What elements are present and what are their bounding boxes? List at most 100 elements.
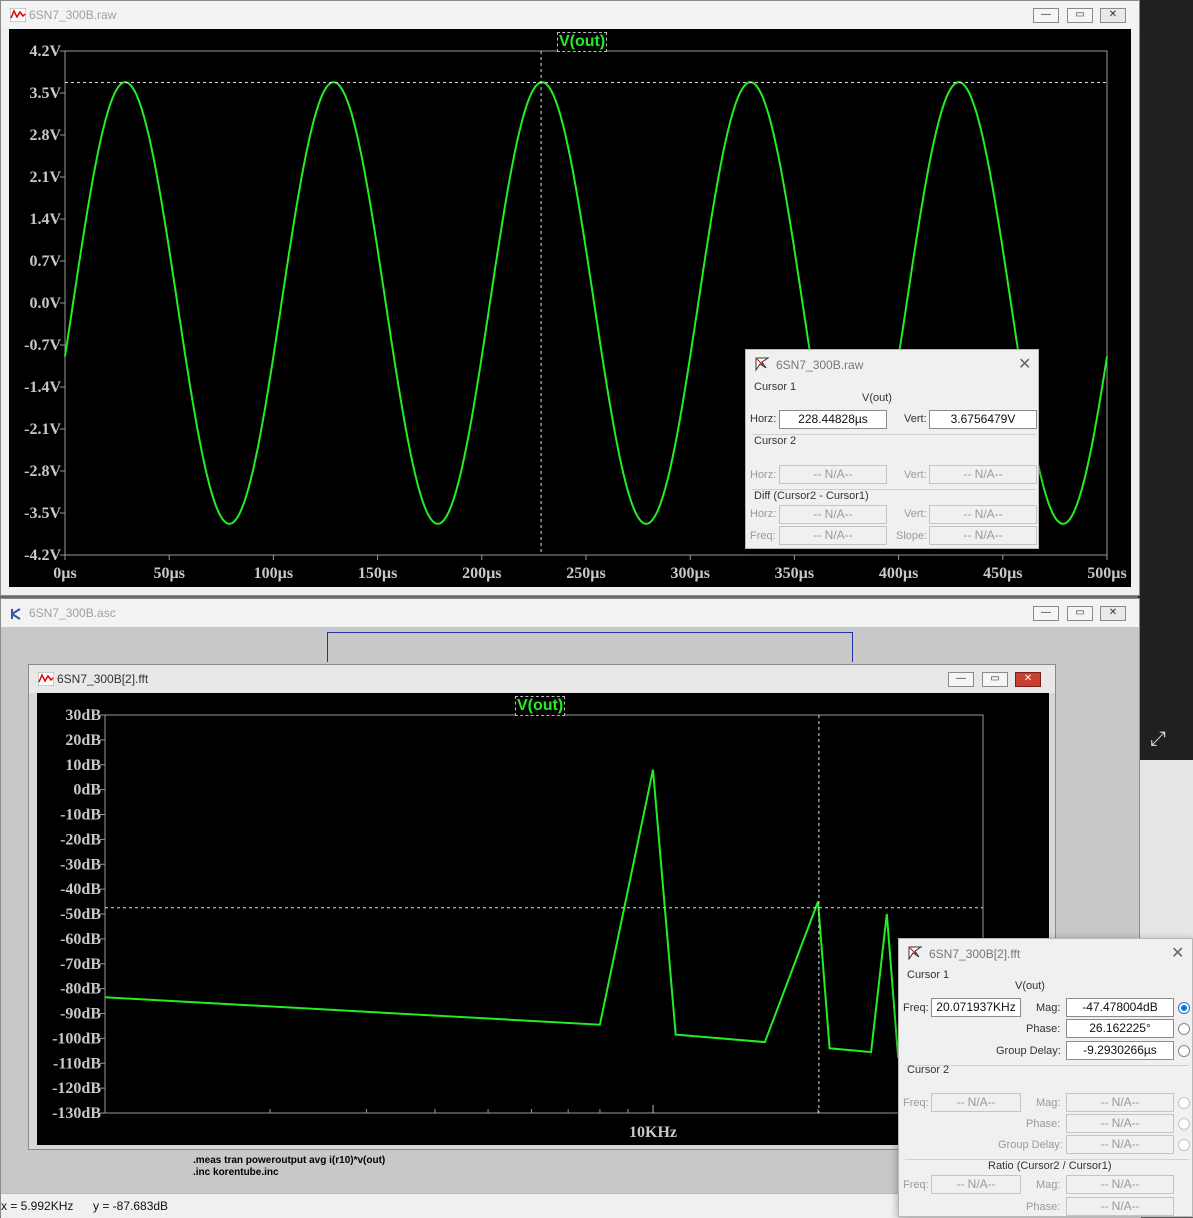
fft-mag-field[interactable]: -47.478004dB [1066, 998, 1174, 1017]
raw-trace-label[interactable]: V(out) [557, 32, 608, 52]
raw-close-button[interactable]: ✕ [1100, 8, 1126, 23]
x-tick-label: 0µs [53, 565, 76, 582]
fft-trace-label[interactable]: V(out) [515, 696, 566, 716]
fft-minimize-button[interactable]: — [948, 672, 974, 687]
fft-c2-mag-label: Mag: [1036, 1097, 1061, 1109]
y-tick-label: -70dB [60, 956, 101, 973]
y-tick-label: -120dB [52, 1080, 101, 1097]
c2-vert-field: -- N/A-- [929, 465, 1037, 484]
y-tick-label: -110dB [53, 1055, 101, 1072]
fft-cursor1-trace: V(out) [1015, 980, 1045, 992]
x-tick-label: 200µs [462, 565, 501, 582]
fft-title-bar[interactable]: 6SN7_300B[2].fft — ▭ ✕ [29, 665, 1055, 693]
y-tick-label: 3.5V [29, 85, 61, 102]
raw-title-bar[interactable]: 6SN7_300B.raw — ▭ ✕ [1, 1, 1139, 29]
y-tick-label: 2.8V [29, 127, 61, 144]
y-tick-label: 4.2V [29, 43, 61, 60]
fft-ratio-mag-label: Mag: [1036, 1179, 1061, 1191]
fft-ratio-freq-field: -- N/A-- [931, 1175, 1021, 1194]
fft-c2-gd-field: -- N/A-- [1066, 1135, 1174, 1154]
asc-close-button[interactable]: ✕ [1100, 606, 1126, 621]
status-x-readout: x = 5.992KHz [1, 1199, 74, 1213]
y-tick-label: 20dB [65, 732, 101, 749]
y-tick-label: -1.4V [24, 379, 61, 396]
c2-vert-label: Vert: [904, 469, 927, 481]
y-tick-label: -2.1V [24, 421, 61, 438]
y-tick-label: -80dB [60, 981, 101, 998]
y-tick-label: -130dB [52, 1105, 101, 1122]
diff-label: Diff (Cursor2 - Cursor1) [754, 490, 869, 502]
raw-minimize-button[interactable]: — [1033, 8, 1059, 23]
cursor-probe-icon [755, 357, 770, 372]
fft-ratio-freq-label: Freq: [903, 1179, 929, 1191]
fft-close-button[interactable]: ✕ [1015, 672, 1041, 687]
y-tick-label: 2.1V [29, 169, 61, 186]
fft-gd-radio[interactable] [1178, 1045, 1190, 1057]
diff-vert-field: -- N/A-- [929, 505, 1037, 524]
fft-mag-label: Mag: [1036, 1002, 1061, 1014]
diff-horz-label: Horz: [750, 508, 777, 520]
fft-mag-radio[interactable] [1178, 1002, 1190, 1014]
fft-window-title: 6SN7_300B[2].fft [57, 672, 149, 686]
y-tick-label: -20dB [60, 831, 101, 848]
waveform-icon [10, 8, 26, 22]
raw-dialog-close-icon[interactable]: ✕ [1018, 354, 1031, 374]
cursor1-trace: V(out) [862, 392, 892, 404]
fft-freq-field[interactable]: 20.071937KHz [931, 998, 1021, 1017]
x-tick-label: 400µs [879, 565, 918, 582]
raw-window-title: 6SN7_300B.raw [29, 8, 117, 22]
c2-horz-field: -- N/A-- [779, 465, 887, 484]
waveform-icon [38, 672, 54, 686]
fft-c2-phase-label: Phase: [1026, 1118, 1061, 1130]
fft-phase-label: Phase: [1026, 1023, 1061, 1035]
x-tick-label: 10KHz [629, 1124, 677, 1141]
fft-phase-radio[interactable] [1178, 1023, 1190, 1035]
fft-cursor2-label: Cursor 2 [907, 1064, 950, 1076]
cursor1-label: Cursor 1 [754, 381, 797, 393]
fft-c2-freq-label: Freq: [903, 1097, 929, 1109]
y-tick-label: -3.5V [24, 505, 61, 522]
y-tick-label: -90dB [60, 1006, 101, 1023]
y-tick-label: -60dB [60, 931, 101, 948]
fft-ratio-label: Ratio (Cursor2 / Cursor1) [988, 1160, 1112, 1172]
asc-maximize-button[interactable]: ▭ [1067, 606, 1093, 621]
directive-line-1[interactable]: .meas tran poweroutput avg i(r10)*v(out) [193, 1155, 385, 1166]
fft-freq-label: Freq: [903, 1002, 929, 1014]
horz-field[interactable]: 228.44828µs [779, 410, 887, 429]
x-tick-label: 500µs [1087, 565, 1126, 582]
diff-vert-label: Vert: [904, 508, 927, 520]
asc-minimize-button[interactable]: — [1033, 606, 1059, 621]
directive-line-2[interactable]: .inc korentube.inc [193, 1167, 279, 1178]
asc-title-bar[interactable]: 6SN7_300B.asc — ▭ ✕ [1, 599, 1139, 627]
x-tick-label: 450µs [983, 565, 1022, 582]
c2-horz-label: Horz: [750, 469, 777, 481]
diff-freq-field: -- N/A-- [779, 526, 887, 545]
fft-ratio-mag-field: -- N/A-- [1066, 1175, 1174, 1194]
fft-cursor1-label: Cursor 1 [907, 969, 950, 981]
x-tick-label: 250µs [566, 565, 605, 582]
fft-gd-field[interactable]: -9.2930266µs [1066, 1041, 1174, 1060]
fft-c2-phase-field: -- N/A-- [1066, 1114, 1174, 1133]
x-tick-label: 300µs [670, 565, 709, 582]
y-tick-label: -100dB [52, 1030, 101, 1047]
fft-c2-mag-field: -- N/A-- [1066, 1093, 1174, 1112]
y-tick-label: -40dB [60, 881, 101, 898]
fft-c2-freq-field: -- N/A-- [931, 1093, 1021, 1112]
fft-cursor-dialog: 6SN7_300B[2].fft ✕ Cursor 1 V(out) Freq:… [898, 938, 1193, 1217]
fft-gd-label: Group Delay: [996, 1045, 1061, 1057]
vert-field[interactable]: 3.6756479V [929, 410, 1037, 429]
y-tick-label: -30dB [60, 856, 101, 873]
asc-window-title: 6SN7_300B.asc [29, 606, 116, 620]
fft-phase-field[interactable]: 26.162225° [1066, 1019, 1174, 1038]
cursor-probe-icon [908, 946, 923, 961]
schematic-icon [11, 608, 21, 620]
x-tick-label: 50µs [153, 565, 184, 582]
fft-c2-gd-label: Group Delay: [998, 1139, 1063, 1151]
raw-maximize-button[interactable]: ▭ [1067, 8, 1093, 23]
fft-ratio-phase-label: Phase: [1026, 1201, 1061, 1213]
fft-dialog-close-icon[interactable]: ✕ [1171, 943, 1184, 963]
fft-maximize-button[interactable]: ▭ [982, 672, 1008, 687]
y-tick-label: 1.4V [29, 211, 61, 228]
diff-slope-field: -- N/A-- [929, 526, 1037, 545]
expand-icon[interactable]: ⤢ [1150, 728, 1166, 751]
